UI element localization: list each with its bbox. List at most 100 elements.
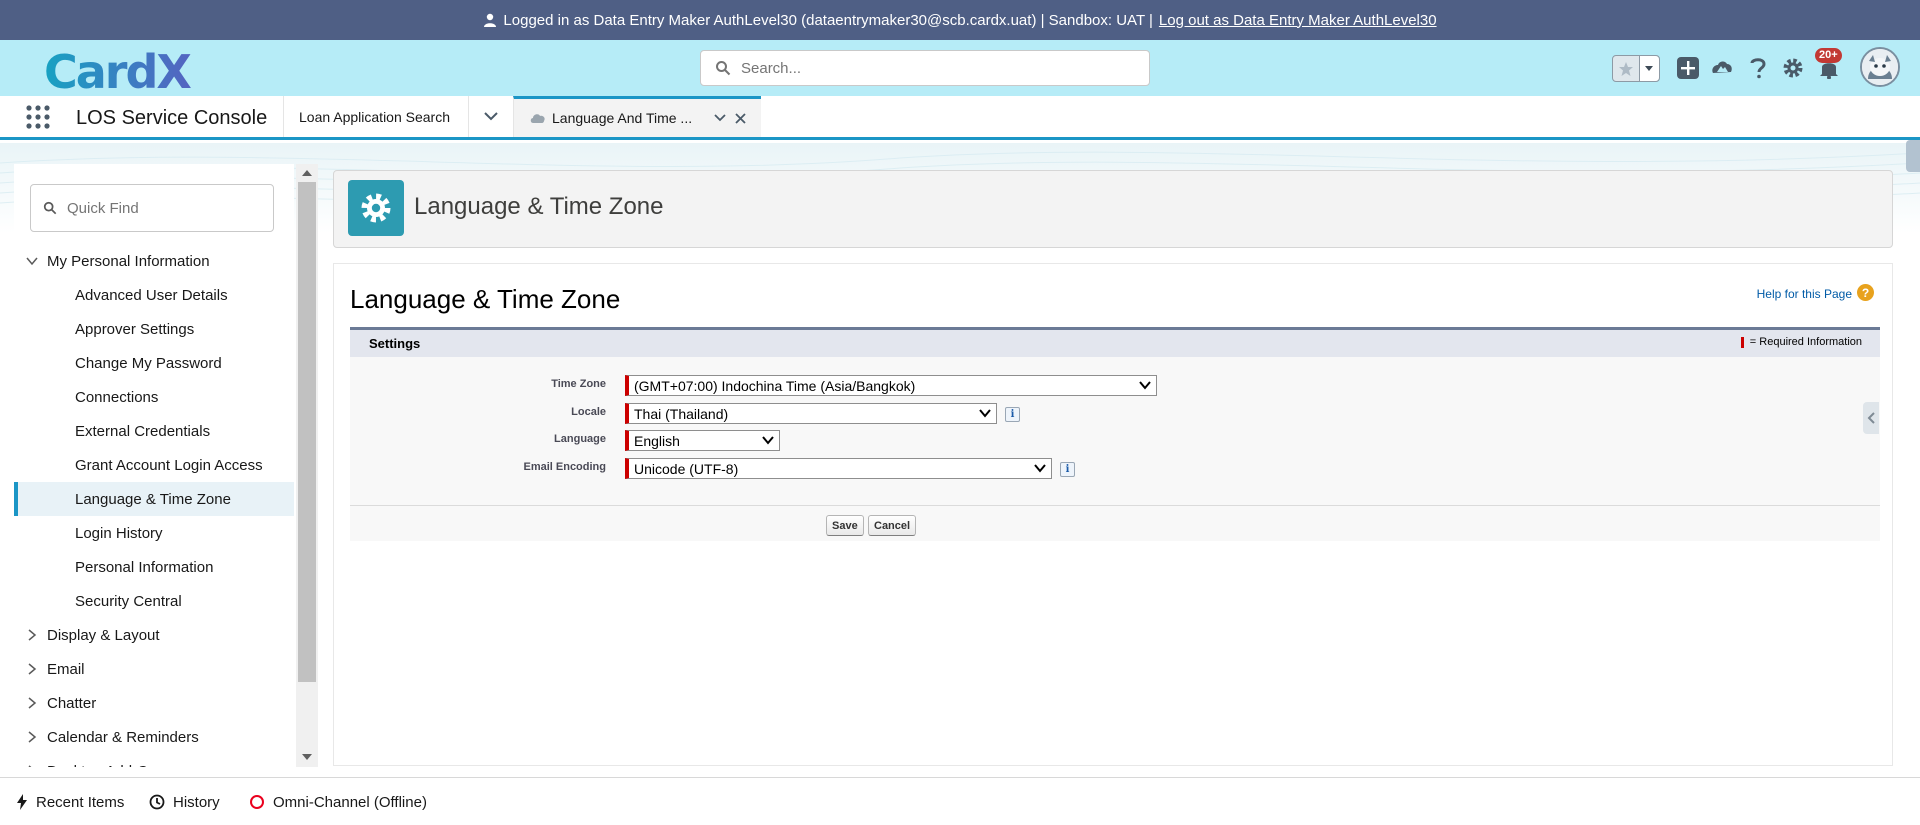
sidebar-item-label: Change My Password (75, 354, 222, 372)
sidebar-item-external-credentials[interactable]: External Credentials (14, 414, 294, 448)
logo-text: CardX (44, 46, 191, 94)
help-icon[interactable] (1746, 56, 1770, 80)
cancel-button[interactable]: Cancel (868, 515, 917, 536)
login-banner-text: Logged in as Data Entry Maker AuthLevel3… (503, 11, 1153, 29)
login-banner: Logged in as Data Entry Maker AuthLevel3… (0, 0, 1920, 40)
sidebar-item-change-my-password[interactable]: Change My Password (14, 346, 294, 380)
page-header: Language & Time Zone (333, 170, 1893, 248)
quick-find-input[interactable] (67, 199, 257, 217)
sidebar-item-login-history[interactable]: Login History (14, 516, 294, 550)
collapse-panel-tab[interactable] (1863, 402, 1879, 434)
sidebar-item-email[interactable]: Email (14, 652, 294, 686)
tab-loan-application-search[interactable]: Loan Application Search (283, 96, 468, 137)
recent-items-label: Recent Items (36, 793, 125, 811)
sidebar-item-label: Connections (75, 388, 159, 406)
scroll-up-arrow-icon[interactable] (301, 168, 313, 178)
tab-label: Loan Application Search (299, 108, 450, 125)
chevron-down-icon (1139, 381, 1151, 390)
settings-section-header: Settings = Required Information (350, 330, 1880, 357)
tab-label: Language And Time ... (552, 110, 693, 126)
button-bar: Save Cancel (350, 505, 1880, 541)
language-select[interactable]: English (625, 430, 780, 451)
sidebar-item-language-time-zone[interactable]: Language & Time Zone (14, 482, 294, 516)
sidebar-item-security-central[interactable]: Security Central (14, 584, 294, 618)
sidebar-item-label: Chatter (47, 694, 97, 712)
sidebar-item-calendar-reminders[interactable]: Calendar & Reminders (14, 720, 294, 754)
locale-select[interactable]: Thai (Thailand) (625, 403, 997, 424)
search-input[interactable] (741, 59, 1121, 77)
edge-panel-tab[interactable] (1906, 140, 1920, 172)
language-row: Language English (350, 430, 1880, 454)
sidebar-item-personal-information[interactable]: Personal Information (14, 550, 294, 584)
sidebar-item-desktop-add-ons[interactable]: Desktop Add-Ons (14, 754, 294, 767)
sidebar-scrollbar[interactable] (296, 164, 318, 767)
scroll-down-arrow-icon[interactable] (301, 752, 313, 762)
favorites-group[interactable] (1612, 55, 1660, 82)
user-icon (484, 13, 497, 27)
email-encoding-info-icon[interactable]: i (1060, 462, 1075, 477)
sidebar-item-connections[interactable]: Connections (14, 380, 294, 414)
quick-find-box[interactable] (30, 184, 274, 232)
language-label: Language (554, 433, 606, 445)
history-label: History (173, 793, 220, 811)
help-question-icon[interactable]: ? (1857, 284, 1874, 301)
chevron-right-icon[interactable] (26, 663, 38, 675)
favorite-star-icon[interactable] (1613, 56, 1640, 81)
app-launcher-icon[interactable] (26, 105, 50, 129)
search-icon (716, 61, 731, 76)
setup-gear-icon[interactable] (1781, 56, 1805, 80)
sidebar-item-label: Advanced User Details (75, 286, 228, 304)
sidebar-item-label: Display & Layout (47, 626, 160, 644)
sidebar-item-chatter[interactable]: Chatter (14, 686, 294, 720)
email-encoding-select[interactable]: Unicode (UTF-8) (625, 458, 1052, 479)
setup-gear-icon (348, 180, 404, 236)
avatar[interactable] (1860, 47, 1900, 87)
required-marker (1740, 336, 1744, 348)
logout-link[interactable]: Log out as Data Entry Maker AuthLevel30 (1159, 12, 1437, 29)
chevron-right-icon[interactable] (26, 731, 38, 743)
global-search[interactable] (700, 50, 1150, 86)
sidebar-item-label: My Personal Information (47, 252, 210, 270)
utility-history[interactable]: History (149, 778, 220, 825)
close-tab-icon[interactable] (735, 113, 746, 124)
chevron-right-icon[interactable] (26, 629, 38, 641)
chevron-down-icon (1034, 464, 1046, 473)
save-button[interactable]: Save (826, 515, 864, 536)
sidebar-item-my-personal-information[interactable]: My Personal Information (14, 244, 294, 278)
page-header-title: Language & Time Zone (414, 193, 664, 220)
favorites-dropdown-icon[interactable] (1639, 56, 1659, 81)
chevron-right-icon[interactable] (26, 765, 38, 767)
nav-menu-chevron-down-icon[interactable] (468, 96, 512, 137)
omni-channel-label: Omni-Channel (Offline) (273, 793, 427, 811)
chevron-down-icon[interactable] (26, 255, 38, 267)
sidebar-item-label: Login History (75, 524, 163, 542)
time-zone-select[interactable]: (GMT+07:00) Indochina Time (Asia/Bangkok… (625, 375, 1157, 396)
sidebar-item-advanced-user-details[interactable]: Advanced User Details (14, 278, 294, 312)
cloud-icon (530, 114, 545, 123)
language-value: English (634, 432, 680, 449)
console-navbar: LOS Service Console Loan Application Sea… (0, 96, 1920, 140)
tab-language-and-time[interactable]: Language And Time ... (513, 96, 761, 137)
sidebar-item-label: Calendar & Reminders (47, 728, 199, 746)
global-actions-icon[interactable] (1676, 56, 1700, 80)
utility-recent-items[interactable]: Recent Items (16, 778, 124, 825)
settings-section: Settings = Required Information Time Zon… (350, 327, 1880, 541)
global-header: CardX 20+ (0, 40, 1920, 96)
tab-chevron-down-icon[interactable] (714, 114, 726, 122)
sidebar-item-label: Language & Time Zone (75, 490, 231, 508)
section-title: Settings (369, 336, 421, 351)
sidebar-item-label: External Credentials (75, 422, 211, 440)
required-info-text: = Required Information (1749, 336, 1862, 348)
sidebar-item-display-layout[interactable]: Display & Layout (14, 618, 294, 652)
chevron-right-icon[interactable] (26, 697, 38, 709)
trailhead-icon[interactable] (1710, 56, 1734, 80)
scrollbar-thumb[interactable] (298, 182, 316, 682)
sidebar-item-grant-account-login-access[interactable]: Grant Account Login Access (14, 448, 294, 482)
cardx-logo: CardX (44, 46, 193, 94)
help-for-this-page-link[interactable]: Help for this Page (1757, 287, 1852, 301)
locale-info-icon[interactable]: i (1005, 407, 1020, 422)
utility-omni-channel[interactable]: Omni-Channel (Offline) (249, 778, 427, 825)
sidebar-item-approver-settings[interactable]: Approver Settings (14, 312, 294, 346)
clock-icon (149, 794, 165, 810)
offline-status-icon (250, 795, 264, 809)
